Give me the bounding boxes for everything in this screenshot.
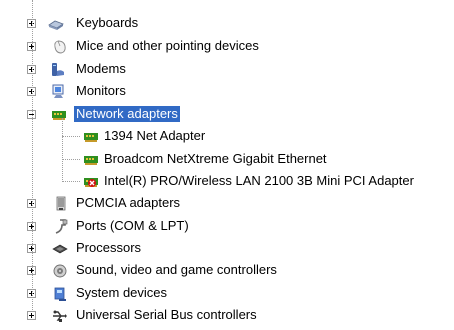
tree-line [62,159,80,160]
network-adapter-icon [51,107,67,123]
system-device-icon [53,286,69,302]
tree-item-monitors[interactable]: Monitors [0,81,454,103]
tree-item-keyboards[interactable]: Keyboards [0,13,454,35]
tree-item-label: Monitors [76,83,126,98]
tree-item-usb[interactable]: Universal Serial Bus controllers [0,305,454,327]
tree-item-label: Ports (COM & LPT) [76,218,189,233]
modem-icon [49,62,65,78]
tree-item-pcmcia[interactable]: PCMCIA adapters [0,193,454,215]
tree-child-broadcom[interactable]: Broadcom NetXtreme Gigabit Ethernet [0,149,454,171]
network-adapter-icon [83,129,99,145]
pcmcia-icon [54,196,70,212]
network-adapter-icon [83,152,99,168]
tree-item-label: Intel(R) PRO/Wireless LAN 2100 3B Mini P… [104,173,414,188]
port-icon [53,219,69,235]
tree-item-label: Broadcom NetXtreme Gigabit Ethernet [104,151,327,166]
tree-item-processors[interactable]: Processors [0,238,454,260]
mouse-icon [53,39,69,55]
tree-item-mice[interactable]: Mice and other pointing devices [0,36,454,58]
tree-item-label: Processors [76,240,142,255]
monitor-icon [51,84,67,100]
tree-child-1394-net-adapter[interactable]: 1394 Net Adapter [0,126,454,148]
tree-item-label: Universal Serial Bus controllers [76,307,257,322]
tree-child-intel-wireless[interactable]: Intel(R) PRO/Wireless LAN 2100 3B Mini P… [0,171,454,193]
tree-item-label: Keyboards [76,15,139,30]
tree-item-network-adapters[interactable]: Network adapters [0,104,454,126]
tree-item-label: PCMCIA adapters [76,195,181,210]
tree-item-modems[interactable]: Modems [0,59,454,81]
tree-item-sound[interactable]: Sound, video and game controllers [0,260,454,282]
tree-item-label: Sound, video and game controllers [76,262,277,277]
tree-item-label: Modems [76,61,126,76]
tree-item-ports[interactable]: Ports (COM & LPT) [0,216,454,238]
processor-icon [52,241,68,257]
keyboard-icon [48,16,64,32]
device-tree: Keyboards Mice and other pointing device… [0,0,454,330]
tree-item-label: Network adapters [74,106,180,122]
tree-item-system-devices[interactable]: System devices [0,283,454,305]
expand-toggle[interactable] [27,311,36,320]
tree-line [62,118,63,182]
tree-line [62,181,80,182]
tree-item-label: System devices [76,285,168,300]
tree-line [62,136,80,137]
sound-icon [52,263,68,279]
tree-item-label: Mice and other pointing devices [76,38,259,53]
network-adapter-disabled-icon [83,174,99,190]
tree-line [32,0,33,310]
tree-item-label: 1394 Net Adapter [104,128,206,143]
usb-icon [51,308,67,324]
